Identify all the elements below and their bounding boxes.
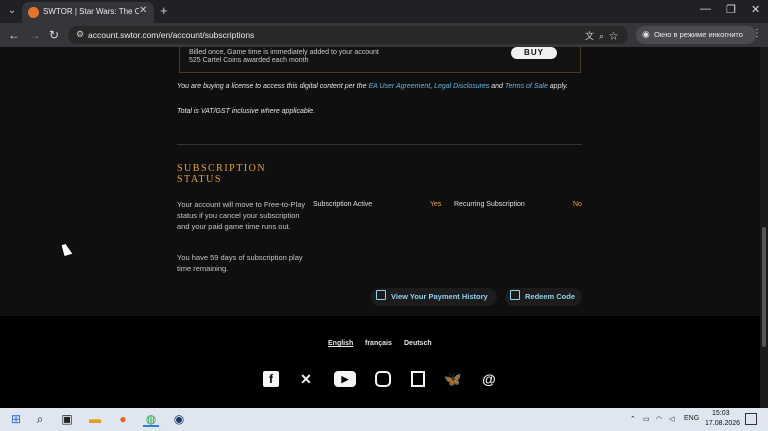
- windows-start-icon[interactable]: ⊞: [8, 412, 24, 427]
- clock-time[interactable]: 15:03: [712, 410, 730, 417]
- close-window-icon[interactable]: ✕: [751, 3, 760, 16]
- site-footer: English français Deutsch f ✕ ▶ 🦋 @: [0, 316, 760, 408]
- buy-button[interactable]: BUY: [511, 47, 557, 59]
- browser-menu-icon[interactable]: ⋮: [752, 28, 762, 39]
- minimize-icon[interactable]: —: [700, 3, 711, 15]
- address-bar[interactable]: ⚙ account.swtor.com/en/account/subscript…: [68, 26, 628, 44]
- recurring-subscription-label: Recurring Subscription: [454, 201, 525, 208]
- volume-icon[interactable]: ◁: [669, 415, 674, 423]
- search-icon[interactable]: ⌕: [32, 412, 48, 427]
- tray-chevron-icon[interactable]: ⌃: [630, 415, 636, 423]
- incognito-icon: ◉: [642, 29, 650, 39]
- site-info-icon[interactable]: ⚙: [76, 29, 84, 40]
- firefox-icon[interactable]: ●: [115, 412, 131, 427]
- file-explorer-icon[interactable]: ▬: [87, 412, 103, 427]
- incognito-badge[interactable]: ◉ Окно в режиме инкогнито: [636, 26, 756, 44]
- payment-history-label: View Your Payment History: [391, 292, 488, 301]
- x-twitter-icon[interactable]: ✕: [298, 371, 314, 387]
- network-icon[interactable]: ◠: [656, 415, 662, 423]
- swtor-favicon-icon: [28, 7, 39, 18]
- browser-toolbar: ← → ↻ ⚙ account.swtor.com/en/account/sub…: [0, 23, 768, 47]
- scrollbar-thumb[interactable]: [762, 227, 766, 347]
- forward-icon[interactable]: →: [29, 28, 41, 42]
- language-german-link[interactable]: Deutsch: [404, 340, 432, 347]
- days-remaining-note: You have 59 days of subscription play ti…: [177, 253, 303, 273]
- back-icon[interactable]: ←: [8, 28, 20, 42]
- gift-icon: [510, 290, 520, 300]
- payment-history-button[interactable]: View Your Payment History: [371, 288, 497, 306]
- input-language[interactable]: ENG: [684, 415, 699, 422]
- free-to-play-note: Your account will move to Free-to-Play s…: [177, 200, 306, 231]
- task-view-icon[interactable]: ▣: [59, 412, 75, 427]
- notifications-icon[interactable]: [745, 413, 757, 425]
- facebook-icon[interactable]: f: [263, 371, 279, 387]
- close-tab-icon[interactable]: ✕: [139, 5, 147, 16]
- browser-tab[interactable]: SWTOR | Star Wars: The Old Re ✕: [22, 2, 154, 23]
- offer-line1: Billed once, Game time is immediately ad…: [189, 49, 379, 56]
- subscription-active-label: Subscription Active: [313, 201, 373, 208]
- instagram-icon[interactable]: [375, 371, 391, 387]
- chrome-icon[interactable]: ◍: [143, 412, 159, 427]
- license-text: You are buying a license to access this …: [177, 82, 587, 92]
- subscription-active-value: Yes: [430, 201, 442, 208]
- steam-icon[interactable]: ◉: [171, 412, 187, 427]
- language-french-link[interactable]: français: [365, 340, 392, 347]
- reload-icon[interactable]: ↻: [49, 28, 59, 42]
- section-divider: [177, 144, 582, 145]
- offer-line2: 525 Cartel Coins awarded each month: [189, 57, 309, 64]
- redeem-code-button[interactable]: Redeem Code: [505, 288, 582, 306]
- browser-tab-bar: ⌄ SWTOR | Star Wars: The Old Re ✕ + — ❐ …: [0, 0, 768, 23]
- threads-icon[interactable]: @: [481, 371, 497, 387]
- battery-icon[interactable]: ▭: [643, 415, 650, 423]
- restore-icon[interactable]: ❐: [726, 3, 736, 16]
- bookmark-star-icon[interactable]: 文 ⌕ ☆: [585, 29, 618, 42]
- incognito-label: Окно в режиме инкогнито: [654, 30, 743, 39]
- clock-date[interactable]: 17.08.2026: [705, 420, 740, 427]
- youtube-icon[interactable]: ▶: [334, 371, 356, 387]
- terms-of-sale-link[interactable]: Terms of Sale: [505, 83, 548, 90]
- license-sep2: and: [489, 83, 505, 90]
- twitch-icon[interactable]: [411, 371, 425, 387]
- page-content: Billed once, Game time is immediately ad…: [0, 47, 760, 408]
- url-text: account.swtor.com/en/account/subscriptio…: [88, 30, 255, 40]
- license-prefix: You are buying a license to access this …: [177, 83, 369, 90]
- page-scrollbar[interactable]: [760, 47, 768, 408]
- offer-box: Billed once, Game time is immediately ad…: [179, 47, 581, 73]
- new-tab-icon[interactable]: +: [160, 3, 168, 18]
- tab-search-icon[interactable]: ⌄: [6, 5, 18, 17]
- tab-title: SWTOR | Star Wars: The Old Re: [43, 7, 139, 16]
- legal-disclosures-link[interactable]: Legal Disclosures: [434, 83, 489, 90]
- subscription-status-title: SUBSCRIPTION STATUS: [177, 163, 267, 185]
- vat-note: Total is VAT/GST inclusive where applica…: [177, 108, 316, 115]
- recurring-subscription-value: No: [573, 201, 582, 208]
- ea-user-agreement-link[interactable]: EA User Agreement: [368, 83, 430, 90]
- windows-taskbar: ⊞ ⌕ ▣ ▬ ● ◍ ◉ ⌃ ▭ ◠ ◁ ENG 15:03 17.08.20…: [0, 408, 768, 431]
- language-english-link[interactable]: English: [328, 340, 353, 347]
- license-suffix: apply.: [547, 83, 568, 90]
- bluesky-icon[interactable]: 🦋: [444, 371, 462, 387]
- document-icon: [376, 290, 386, 300]
- redeem-code-label: Redeem Code: [525, 292, 576, 301]
